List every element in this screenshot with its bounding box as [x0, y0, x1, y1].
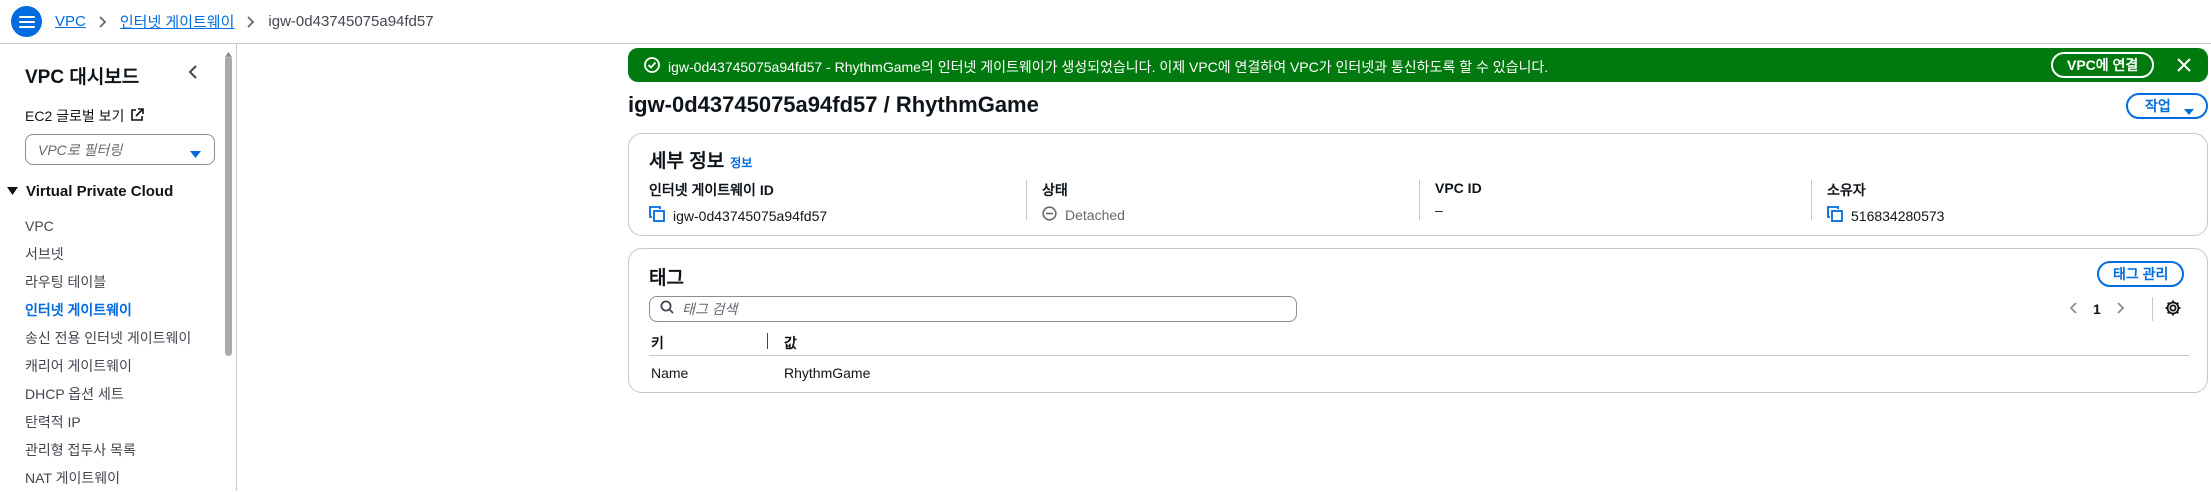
vpc-id-field: VPC ID –	[1435, 180, 1482, 218]
details-heading-text: 세부 정보	[649, 151, 725, 172]
actions-button[interactable]: 작업	[2126, 93, 2208, 119]
sidebar-ec2-global-view[interactable]: EC2 글로벌 보기	[25, 106, 145, 126]
sidebar-section-vpc[interactable]: Virtual Private Cloud	[7, 183, 173, 200]
close-icon[interactable]	[2176, 57, 2192, 78]
column-resizer[interactable]	[767, 333, 768, 349]
chevron-left-icon[interactable]	[2069, 301, 2077, 317]
scroll-up-arrow-icon[interactable]	[225, 46, 232, 57]
igw-id-text: igw-0d43745075a94fd57	[673, 207, 828, 224]
vpc-filter-placeholder: VPC로 필터링	[38, 141, 123, 158]
chevron-right-icon	[247, 15, 255, 28]
igw-id-field: 인터넷 게이트웨이 ID igw-0d43745075a94fd57	[649, 180, 827, 225]
vpc-id-label: VPC ID	[1435, 180, 1482, 196]
tag-value-cell: RhythmGame	[784, 365, 871, 381]
igw-id-value: igw-0d43745075a94fd57	[649, 206, 827, 225]
sidebar-item-managed-prefix-lists[interactable]: 관리형 접두사 목록	[25, 436, 191, 464]
menu-icon[interactable]	[11, 6, 42, 37]
vpc-id-value: –	[1435, 202, 1443, 218]
sidebar-item-vpc[interactable]: VPC	[25, 212, 191, 240]
divider	[1811, 180, 1812, 220]
gear-icon[interactable]	[2164, 299, 2182, 322]
sidebar-item-elastic-ips[interactable]: 탄력적 IP	[25, 408, 191, 436]
chevron-left-icon[interactable]	[183, 62, 203, 82]
success-flashbar: igw-0d43745075a94fd57 - RhythmGame의 인터넷 …	[628, 48, 2208, 82]
info-link[interactable]: 정보	[730, 156, 752, 170]
status-stopped-icon	[1042, 206, 1057, 224]
sidebar-title[interactable]: VPC 대시보드	[25, 62, 139, 89]
caret-down-icon	[2184, 103, 2194, 119]
sidebar-item-nat-gateways[interactable]: NAT 게이트웨이	[25, 464, 191, 492]
state-text: Detached	[1065, 207, 1125, 223]
sidebar-item-egress-only-igw[interactable]: 송신 전용 인터넷 게이트웨이	[25, 324, 191, 352]
attach-to-vpc-button[interactable]: VPC에 연결	[2051, 52, 2155, 78]
divider	[649, 355, 2189, 356]
sidebar-section-label: Virtual Private Cloud	[26, 183, 174, 200]
sidebar-items: VPC 서브넷 라우팅 테이블 인터넷 게이트웨이 송신 전용 인터넷 게이트웨…	[25, 212, 191, 492]
state-label: 상태	[1042, 182, 1068, 198]
external-link-icon	[130, 107, 145, 125]
owner-value: 516834280573	[1827, 206, 1944, 225]
sidebar: VPC 대시보드 EC2 글로벌 보기 VPC로 필터링 Virtual Pri…	[0, 44, 237, 491]
tag-search-input[interactable]: 태그 검색	[649, 296, 1297, 322]
sidebar-item-carrier-gateways[interactable]: 캐리어 게이트웨이	[25, 352, 191, 380]
breadcrumb-vpc[interactable]: VPC	[55, 13, 86, 30]
status-success-icon	[644, 57, 660, 78]
column-header-key[interactable]: 키	[651, 333, 664, 353]
vpc-filter-select[interactable]: VPC로 필터링	[25, 134, 215, 165]
copy-icon[interactable]	[1827, 206, 1843, 225]
sidebar-item-internet-gateways[interactable]: 인터넷 게이트웨이	[25, 296, 191, 324]
flash-message: igw-0d43745075a94fd57 - RhythmGame의 인터넷 …	[668, 59, 1549, 75]
details-container: 세부 정보 정보 인터넷 게이트웨이 ID igw-0d43745075a94fd…	[628, 133, 2208, 236]
top-navigation: VPC 인터넷 게이트웨이 igw-0d43745075a94fd57	[0, 0, 2211, 44]
sidebar-item-dhcp-option-sets[interactable]: DHCP 옵션 세트	[25, 380, 191, 408]
actions-label: 작업	[2145, 98, 2171, 114]
igw-id-label: 인터넷 게이트웨이 ID	[649, 182, 774, 198]
details-heading: 세부 정보 정보	[649, 146, 752, 173]
page-number[interactable]: 1	[2093, 301, 2101, 317]
tag-search-placeholder: 태그 검색	[682, 301, 738, 317]
sidebar-scrollbar[interactable]	[225, 56, 232, 356]
caret-down-icon	[190, 146, 201, 164]
chevron-right-icon[interactable]	[2117, 301, 2125, 317]
sidebar-item-subnets[interactable]: 서브넷	[25, 240, 191, 268]
manage-tags-button[interactable]: 태그 관리	[2097, 261, 2185, 287]
copy-icon[interactable]	[649, 206, 665, 225]
owner-text: 516834280573	[1851, 207, 1945, 224]
state-value: Detached	[1042, 206, 1125, 224]
owner-label: 소유자	[1827, 182, 1866, 198]
sidebar-ec2-label: EC2 글로벌 보기	[25, 108, 125, 124]
divider	[1026, 180, 1027, 220]
breadcrumb: VPC 인터넷 게이트웨이 igw-0d43745075a94fd57	[55, 11, 434, 32]
search-icon	[660, 300, 674, 319]
breadcrumb-internet-gateways[interactable]: 인터넷 게이트웨이	[120, 11, 235, 32]
tags-container: 태그 태그 관리 태그 검색 1 키 값 Name RhythmGame	[628, 248, 2208, 393]
owner-field: 소유자 516834280573	[1827, 180, 1944, 225]
caret-down-icon	[7, 183, 18, 200]
pagination: 1	[2069, 301, 2125, 317]
chevron-right-icon	[99, 15, 107, 28]
divider	[1419, 180, 1420, 220]
breadcrumb-current: igw-0d43745075a94fd57	[268, 13, 434, 30]
divider	[2152, 297, 2153, 321]
tags-heading: 태그	[649, 268, 684, 289]
column-header-value[interactable]: 값	[784, 333, 797, 353]
page-title: igw-0d43745075a94fd57 / RhythmGame	[628, 92, 1039, 117]
state-field: 상태 Detached	[1042, 180, 1125, 224]
tag-key-cell: Name	[651, 365, 689, 381]
sidebar-item-route-tables[interactable]: 라우팅 테이블	[25, 268, 191, 296]
